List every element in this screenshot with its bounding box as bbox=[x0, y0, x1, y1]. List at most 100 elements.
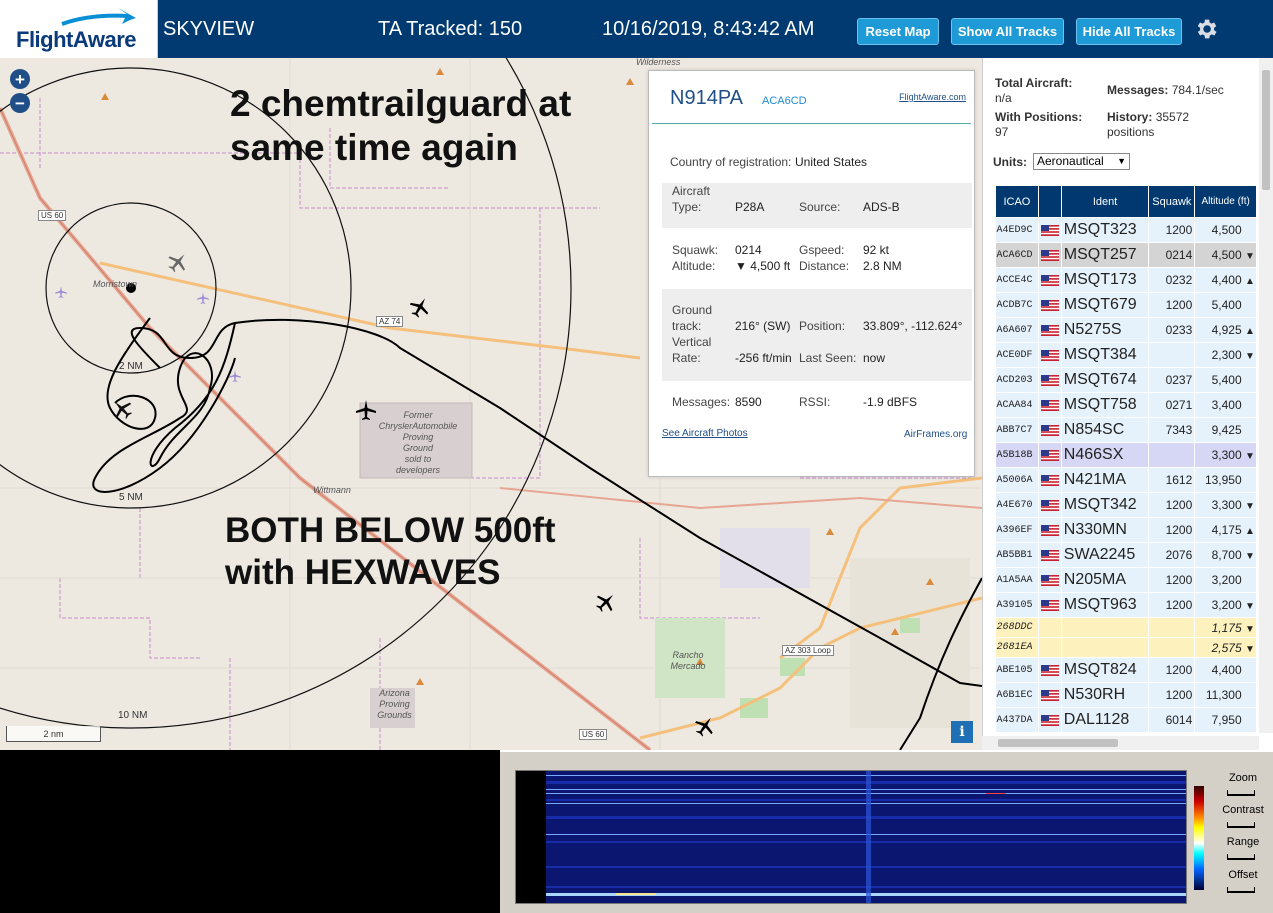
zoom-out-button[interactable]: − bbox=[10, 93, 30, 113]
place-arizona-proving-grounds: Arizona Proving Grounds bbox=[372, 688, 417, 721]
table-row[interactable]: ACDB7C MSQT679 1200 5,400 bbox=[995, 292, 1257, 318]
cell-altitude: 3,200 ▼ bbox=[1194, 592, 1257, 618]
place-rancho-mercado: Rancho Mercado bbox=[668, 650, 708, 672]
country-value: United States bbox=[795, 155, 868, 169]
table-row[interactable]: A39105 MSQT963 1200 3,200 ▼ bbox=[995, 592, 1257, 618]
table-row[interactable]: A6B1EC N530RH 1200 11,300 bbox=[995, 682, 1257, 708]
table-row[interactable]: ACAA84 MSQT758 0271 3,400 bbox=[995, 392, 1257, 418]
col-icao[interactable]: ICAO bbox=[995, 185, 1039, 218]
cell-flag bbox=[1038, 467, 1062, 493]
cell-squawk: 0237 bbox=[1148, 367, 1196, 393]
aircraft-photos-link[interactable]: See Aircraft Photos bbox=[662, 428, 748, 439]
scrollbar-thumb[interactable] bbox=[998, 739, 1118, 747]
aircraft-icon[interactable] bbox=[166, 250, 190, 274]
altitude-trend-icon: ▲ bbox=[1245, 526, 1255, 537]
cell-squawk: 0271 bbox=[1148, 392, 1196, 418]
ground-track-label-1: Ground bbox=[672, 303, 713, 317]
aircraft-icon[interactable] bbox=[110, 397, 134, 421]
map-info-button[interactable]: i bbox=[951, 721, 973, 743]
altitude-value: 2,575 bbox=[1211, 640, 1242, 655]
messages-label: Messages: bbox=[672, 395, 731, 409]
cell-flag bbox=[1038, 682, 1062, 708]
table-row[interactable]: ACA6CD MSQT257 0214 4,500 ▼ bbox=[995, 242, 1257, 268]
cell-icao: A6A607 bbox=[995, 317, 1039, 343]
ground-track-label-2: track: bbox=[672, 319, 702, 333]
table-row[interactable]: 268DDC 1,175 ▼ bbox=[995, 617, 1257, 638]
table-row[interactable]: ABB7C7 N854SC 7343 9,425 bbox=[995, 417, 1257, 443]
aircraft-icon[interactable] bbox=[693, 714, 717, 738]
cell-icao: A5006A bbox=[995, 467, 1039, 493]
units-select[interactable]: Aeronautical ▼ bbox=[1033, 153, 1130, 170]
us-flag-icon bbox=[1040, 689, 1059, 701]
table-row[interactable]: A5006A N421MA 1612 13,950 bbox=[995, 467, 1257, 493]
table-row[interactable]: AB5BB1 SWA2245 2076 8,700 ▼ bbox=[995, 542, 1257, 568]
source-value: ADS-B bbox=[863, 200, 900, 214]
cell-icao: A4E670 bbox=[995, 492, 1039, 518]
aircraft-icon[interactable] bbox=[54, 285, 68, 299]
aircraft-icon[interactable] bbox=[408, 295, 432, 319]
cell-icao: ACA6CD bbox=[995, 242, 1039, 268]
app-name: SKYVIEW bbox=[163, 18, 255, 40]
cell-flag bbox=[1038, 542, 1062, 568]
cell-squawk: 1200 bbox=[1148, 292, 1196, 318]
flightaware-logo[interactable]: FlightAware bbox=[0, 0, 158, 58]
scrollbar-thumb[interactable] bbox=[1262, 70, 1270, 190]
contrast-slider[interactable] bbox=[1227, 822, 1255, 828]
source-label: Source: bbox=[799, 200, 841, 214]
cell-squawk: 1200 bbox=[1148, 657, 1196, 683]
us-flag-icon bbox=[1040, 299, 1059, 311]
aircraft-icon[interactable] bbox=[228, 369, 242, 383]
cell-squawk: 1200 bbox=[1148, 682, 1196, 708]
us-flag-icon bbox=[1040, 599, 1059, 611]
cell-flag bbox=[1038, 637, 1062, 658]
us-flag-icon bbox=[1040, 549, 1059, 561]
zoom-slider[interactable] bbox=[1227, 790, 1255, 796]
table-row[interactable]: A4E670 MSQT342 1200 3,300 ▼ bbox=[995, 492, 1257, 518]
zoom-in-button[interactable]: + bbox=[10, 69, 30, 89]
altitude-trend-icon: ▼ bbox=[1245, 451, 1255, 462]
airframes-link[interactable]: AirFrames.org bbox=[904, 429, 967, 440]
table-row[interactable]: ACCE4C MSQT173 0232 4,400 ▲ bbox=[995, 267, 1257, 293]
altitude-value: 4,400 bbox=[1211, 663, 1242, 677]
table-row[interactable]: ACE0DF MSQT384 2,300 ▼ bbox=[995, 342, 1257, 368]
offset-slider[interactable] bbox=[1227, 887, 1255, 893]
hide-all-tracks-button[interactable]: Hide All Tracks bbox=[1076, 18, 1182, 45]
table-row[interactable]: 2681EA 2,575 ▼ bbox=[995, 637, 1257, 658]
table-row[interactable]: A1A5AA N205MA 1200 3,200 bbox=[995, 567, 1257, 593]
aircraft-icon[interactable] bbox=[196, 291, 210, 305]
table-row[interactable]: ABE105 MSQT824 1200 4,400 bbox=[995, 657, 1257, 683]
table-row[interactable]: A5B18B N466SX 3,300 ▼ bbox=[995, 442, 1257, 468]
cell-ident: MSQT257 bbox=[1061, 242, 1150, 268]
table-row[interactable]: A437DA DAL1128 6014 7,950 bbox=[995, 707, 1257, 733]
flightaware-link[interactable]: FlightAware.com bbox=[899, 92, 966, 102]
vrate-value: -256 ft/min bbox=[735, 351, 792, 365]
cell-icao: A5B18B bbox=[995, 442, 1039, 468]
range-label-10nm: 10 NM bbox=[118, 710, 148, 721]
cell-ident: N330MN bbox=[1061, 517, 1150, 543]
table-row[interactable]: A396EF N330MN 1200 4,175 ▲ bbox=[995, 517, 1257, 543]
waterfall-spectrogram[interactable] bbox=[515, 770, 1187, 904]
col-squawk[interactable]: Squawk bbox=[1148, 185, 1196, 218]
us-flag-icon bbox=[1040, 274, 1059, 286]
col-flag[interactable] bbox=[1037, 185, 1062, 218]
cell-altitude: 4,925 ▲ bbox=[1194, 317, 1257, 343]
panel-vertical-scrollbar[interactable] bbox=[1259, 58, 1273, 733]
panel-horizontal-scrollbar[interactable] bbox=[982, 736, 1259, 750]
aircraft-icon[interactable] bbox=[594, 590, 618, 614]
history-value: 35572 bbox=[1155, 110, 1190, 124]
table-row[interactable]: A4ED9C MSQT323 1200 4,500 bbox=[995, 217, 1257, 243]
col-ident[interactable]: Ident bbox=[1060, 185, 1150, 218]
altitude-value: 3,200 bbox=[1211, 598, 1242, 612]
gear-icon[interactable] bbox=[1193, 16, 1219, 42]
annotation-top-line-2: same time again bbox=[230, 127, 518, 169]
range-slider[interactable] bbox=[1227, 854, 1255, 860]
cell-icao: 2681EA bbox=[995, 637, 1039, 658]
reset-map-button[interactable]: Reset Map bbox=[857, 18, 939, 45]
cell-squawk: 1200 bbox=[1148, 217, 1196, 243]
place-line: sold to bbox=[404, 454, 432, 464]
col-altitude[interactable]: Altitude (ft) bbox=[1194, 185, 1257, 218]
scale-bar: 2 nm bbox=[6, 726, 101, 742]
table-row[interactable]: A6A607 N5275S 0233 4,925 ▲ bbox=[995, 317, 1257, 343]
show-all-tracks-button[interactable]: Show All Tracks bbox=[951, 18, 1064, 45]
table-row[interactable]: ACD203 MSQT674 0237 5,400 bbox=[995, 367, 1257, 393]
